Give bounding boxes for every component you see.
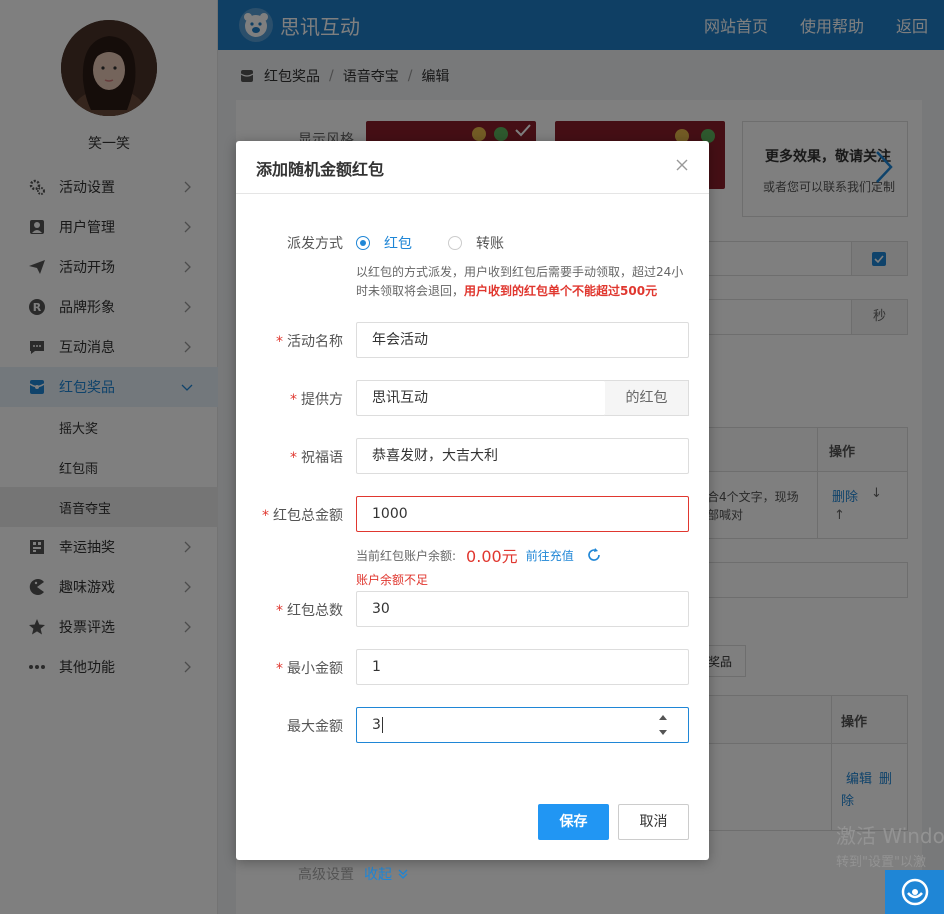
field-label: 红包总数 — [287, 603, 343, 619]
customer-support-button[interactable] — [885, 870, 944, 914]
field-label: 祝福语 — [301, 450, 343, 466]
add-random-red-packet-dialog: 添加随机金额红包 派发方式 红包 转账 以红包的方式派发，用户收到红包后需要手动… — [236, 141, 709, 860]
save-button[interactable]: 保存 — [538, 804, 609, 840]
provider-label: * 提供方 — [290, 389, 343, 409]
radio-red-packet-label[interactable]: 红包 — [384, 233, 412, 253]
blessing-label: * 祝福语 — [290, 447, 343, 467]
collapse-toggle[interactable]: 收起 — [364, 864, 410, 884]
max-amount-label: 最大金额 — [287, 719, 343, 735]
windows-activation-watermark: 激活 Windo 转到"设置"以激 — [836, 820, 944, 870]
required-mark: * — [290, 450, 297, 466]
headset-icon — [901, 878, 928, 906]
close-icon[interactable] — [675, 158, 689, 172]
dispatch-hint: 以红包的方式派发，用户收到红包后需要手动领取，超过24小时未领取将会退回，用户收… — [356, 263, 694, 301]
min-amount-input[interactable]: 1 — [356, 649, 689, 685]
radio-transfer-label[interactable]: 转账 — [476, 233, 504, 253]
required-mark: * — [276, 334, 283, 350]
balance-label: 当前红包账户余额: — [356, 548, 457, 563]
collapse-toggle-label: 收起 — [364, 867, 392, 883]
watermark-line: 激活 Windo — [836, 824, 944, 848]
required-mark: * — [276, 603, 283, 619]
blessing-input[interactable]: 恭喜发财，大吉大利 — [356, 438, 689, 474]
required-mark: * — [276, 661, 283, 677]
max-amount-input[interactable]: 3 — [356, 707, 689, 743]
recharge-link[interactable]: 前往充值 — [526, 547, 574, 564]
number-stepper[interactable] — [655, 710, 671, 740]
activity-name-label: * 活动名称 — [276, 331, 343, 351]
field-label: 最小金额 — [287, 661, 343, 677]
dispatch-hint-warning: 用户收到的红包单个不能超过500元 — [464, 284, 658, 298]
dialog-header: 添加随机金额红包 — [236, 141, 709, 194]
field-label: 活动名称 — [287, 334, 343, 350]
advanced-settings-label: 高级设置 — [298, 867, 354, 883]
cancel-button[interactable]: 取消 — [618, 804, 689, 840]
advanced-settings: 高级设置 收起 — [298, 864, 410, 884]
balance-error: 账户余额不足 — [356, 573, 429, 587]
total-count-label: * 红包总数 — [276, 600, 343, 620]
field-label: 红包总金额 — [273, 508, 343, 524]
provider-input[interactable]: 思讯互动 — [356, 380, 606, 416]
double-chevron-down-icon — [398, 869, 408, 879]
total-amount-label: * 红包总金额 — [262, 505, 343, 525]
field-label: 提供方 — [301, 392, 343, 408]
dispatch-method-options: 红包 转账 — [356, 233, 504, 253]
radio-red-packet[interactable] — [356, 236, 370, 250]
total-count-input[interactable]: 30 — [356, 591, 689, 627]
dialog-title: 添加随机金额红包 — [256, 160, 385, 179]
total-amount-input[interactable]: 1000 — [356, 496, 689, 532]
activity-name-input[interactable]: 年会活动 — [356, 322, 689, 358]
balance-value: 0.00元 — [466, 547, 518, 566]
provider-addon: 的红包 — [605, 380, 689, 416]
required-mark: * — [262, 508, 269, 524]
watermark-line: 转到"设置"以激 — [836, 855, 926, 870]
account-balance: 当前红包账户余额: 0.00元 前往充值 — [356, 543, 602, 567]
refresh-icon[interactable] — [586, 547, 602, 563]
required-mark: * — [290, 392, 297, 408]
dispatch-method-label: 派发方式 — [287, 236, 343, 252]
radio-transfer[interactable] — [448, 236, 462, 250]
min-amount-label: * 最小金额 — [276, 658, 343, 678]
max-amount-value: 3 — [372, 717, 381, 733]
